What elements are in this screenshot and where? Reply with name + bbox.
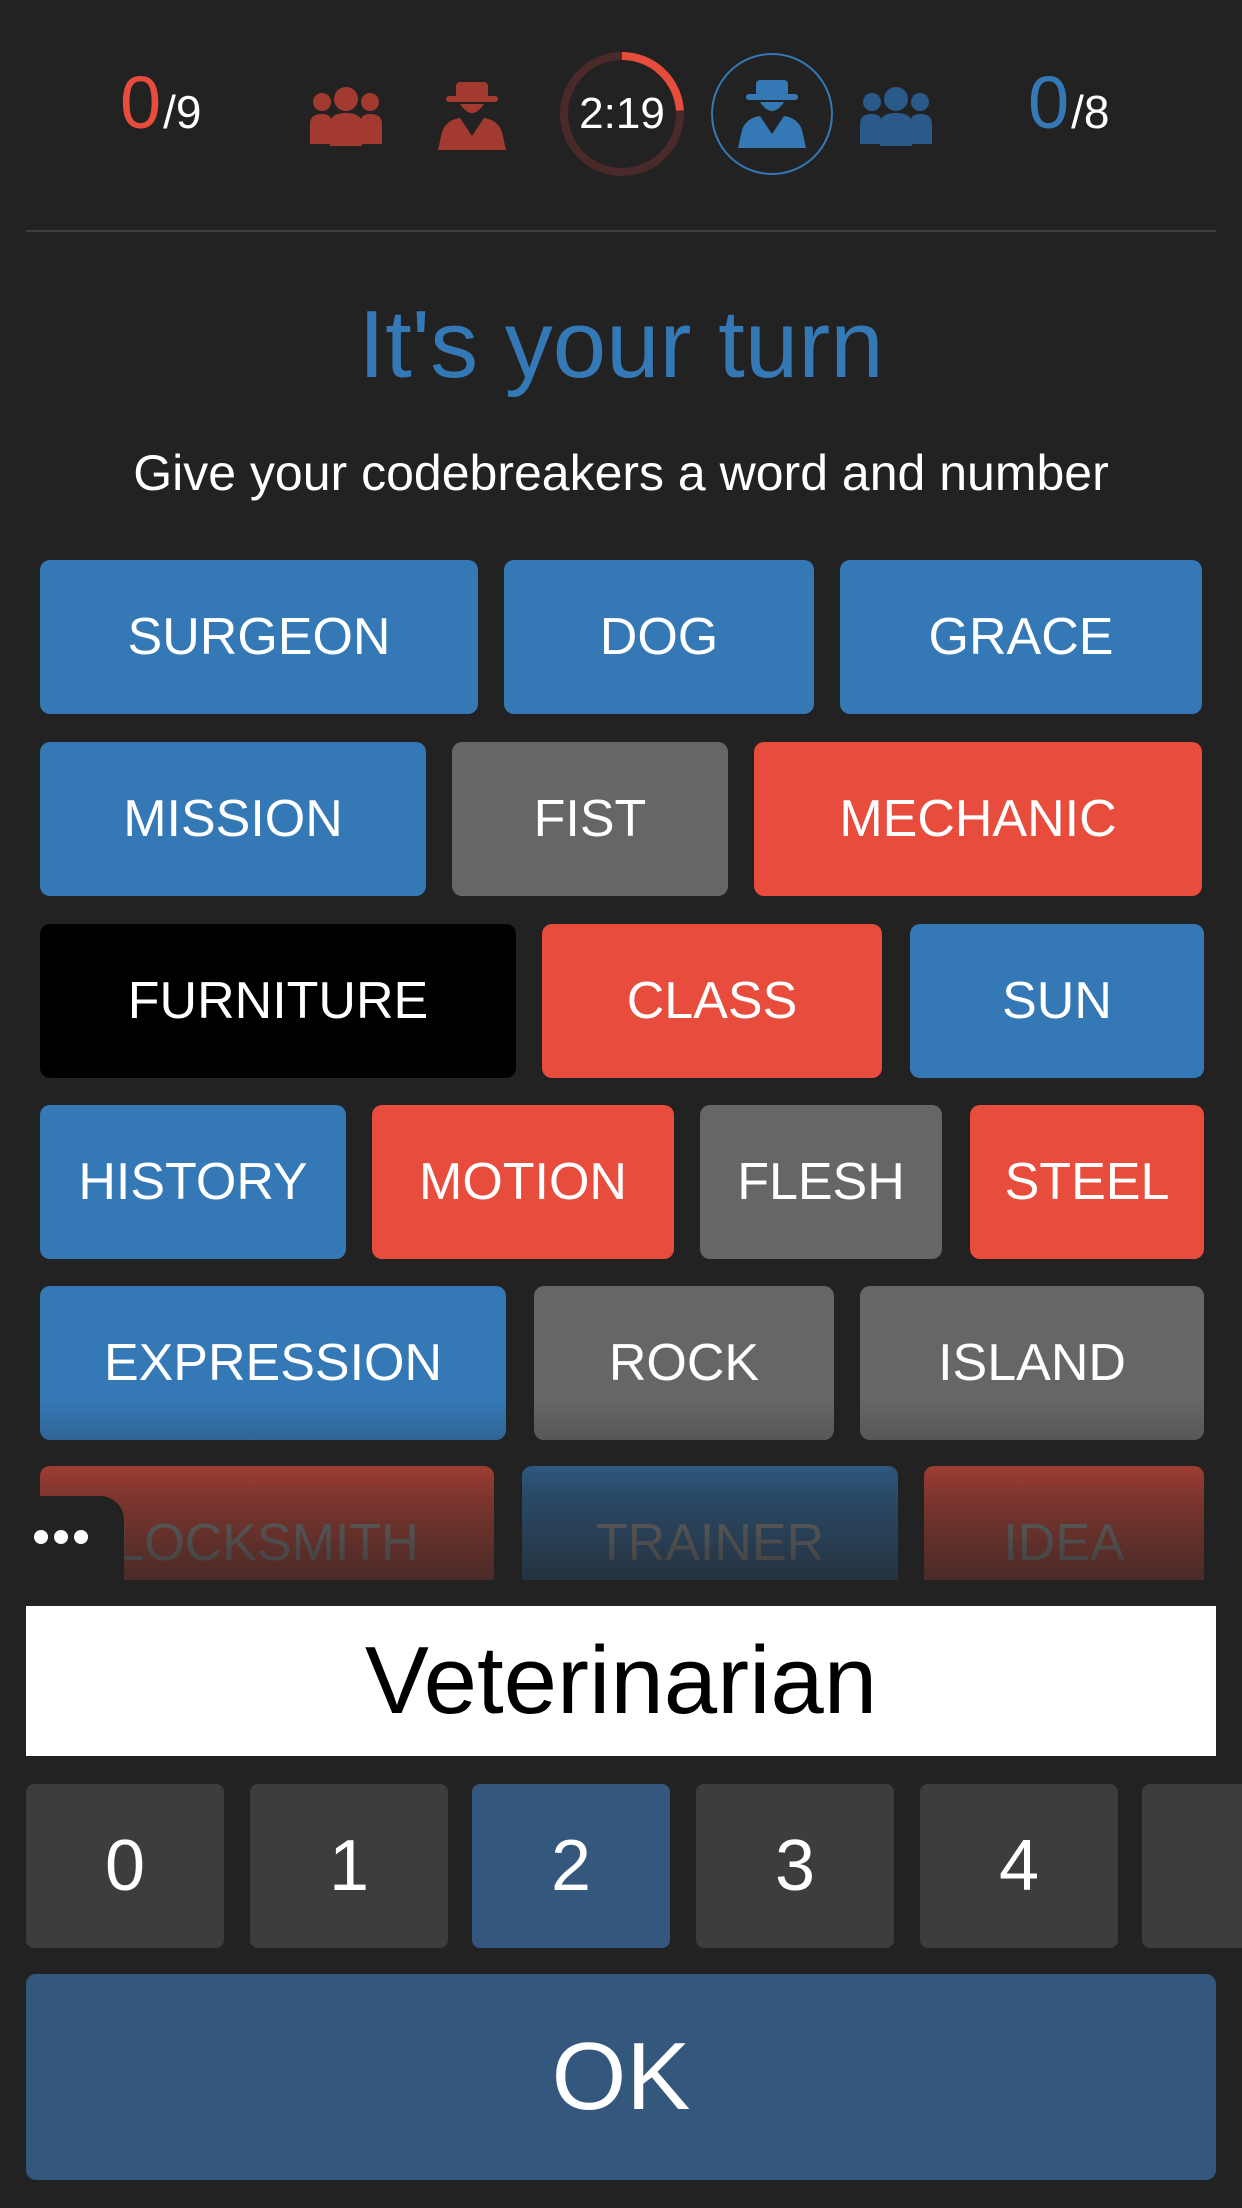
blue-score: 0/8 — [1028, 66, 1110, 166]
word-card: CLASS — [542, 924, 882, 1078]
red-team-icon — [308, 86, 384, 146]
red-score: 0/9 — [120, 66, 202, 166]
blue-spymaster-badge[interactable] — [710, 52, 834, 176]
number-button-2[interactable]: 2 — [472, 1784, 670, 1948]
clue-word-input[interactable] — [26, 1606, 1216, 1756]
word-card: MISSION — [40, 742, 426, 896]
number-button-1[interactable]: 1 — [250, 1784, 448, 1948]
word-card: STEEL — [970, 1105, 1204, 1259]
turn-timer: 2:19 — [558, 50, 686, 178]
number-button-0[interactable]: 0 — [26, 1784, 224, 1948]
blue-score-found: 0 — [1028, 61, 1070, 144]
word-card: ROCK — [534, 1286, 834, 1440]
word-card: SUN — [910, 924, 1204, 1078]
word-card: GRACE — [840, 560, 1202, 714]
word-card: FURNITURE — [40, 924, 516, 1078]
red-score-found: 0 — [120, 61, 162, 144]
word-card: MECHANIC — [754, 742, 1202, 896]
turn-subtitle: Give your codebreakers a word and number — [133, 445, 1109, 501]
turn-title: It's your turn — [358, 291, 884, 398]
word-card: MOTION — [372, 1105, 674, 1259]
number-button-5[interactable]: 5 — [1142, 1784, 1242, 1948]
more-menu-button[interactable] — [0, 1496, 124, 1580]
more-icon — [34, 1530, 94, 1549]
blue-score-total: /8 — [1071, 86, 1110, 138]
word-card: FIST — [452, 742, 728, 896]
word-card: EXPRESSION — [40, 1286, 506, 1440]
ok-button[interactable]: OK — [26, 1974, 1216, 2180]
word-card: DOG — [504, 560, 814, 714]
red-score-total: /9 — [163, 86, 202, 138]
number-button-4[interactable]: 4 — [920, 1784, 1118, 1948]
number-button-3[interactable]: 3 — [696, 1784, 894, 1948]
header-divider — [26, 230, 1216, 232]
word-card: FLESH — [700, 1105, 942, 1259]
timer-text: 2:19 — [579, 89, 665, 138]
word-card: ISLAND — [860, 1286, 1204, 1440]
word-card: SURGEON — [40, 560, 478, 714]
red-spymaster-icon — [434, 80, 510, 150]
blue-team-icon — [858, 86, 934, 146]
game-screen: 0/9 2:19 0/8 It's your turn Give your co… — [0, 0, 1242, 2208]
word-card: HISTORY — [40, 1105, 346, 1259]
blue-spymaster-icon — [738, 80, 806, 148]
